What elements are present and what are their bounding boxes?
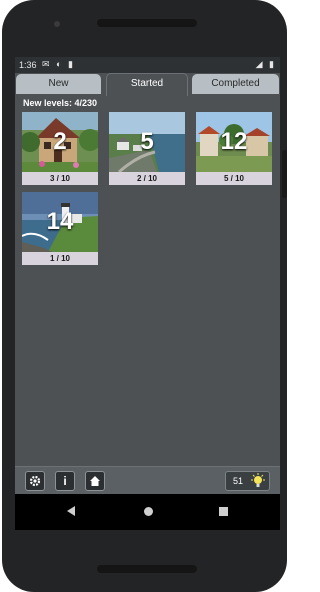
level-number: 12 — [220, 128, 248, 155]
front-camera — [54, 21, 60, 27]
tab-completed[interactable]: Completed — [192, 74, 279, 94]
level-number: 5 — [140, 128, 154, 155]
signal-battery-icons: ◢ ▮ — [255, 59, 276, 69]
bottom-speaker — [97, 565, 197, 573]
level-tile[interactable]: 14 1 / 10 — [22, 192, 98, 265]
tab-bar: New Started Completed — [15, 73, 280, 96]
level-tile[interactable]: 2 3 / 10 — [22, 112, 98, 185]
level-progress: 5 / 10 — [196, 172, 272, 185]
status-time: 1:36 — [19, 60, 37, 70]
hint-count: 51 — [233, 476, 244, 486]
notification-icons: ✉ ◐ ▮ — [42, 59, 75, 69]
home-button[interactable] — [85, 471, 105, 491]
android-nav-bar — [15, 494, 280, 530]
home-circle-icon[interactable] — [144, 507, 153, 516]
level-number: 2 — [53, 128, 67, 155]
back-icon[interactable] — [67, 506, 75, 516]
lightbulb-icon — [251, 473, 265, 487]
level-number: 14 — [46, 208, 74, 235]
bottom-toolbar: i 51 — [15, 466, 280, 495]
info-icon: i — [63, 474, 67, 488]
volume-button — [282, 150, 287, 198]
recents-icon[interactable] — [219, 507, 228, 516]
level-tile[interactable]: 12 5 / 10 — [196, 112, 272, 185]
settings-button[interactable] — [25, 471, 45, 491]
phone-frame: 1:36 ✉ ◐ ▮ ◢ ▮ New Started Completed New… — [2, 0, 287, 592]
level-progress: 3 / 10 — [22, 172, 98, 185]
app-screen: 1:36 ✉ ◐ ▮ ◢ ▮ New Started Completed New… — [15, 57, 280, 530]
new-levels-counter: New levels: 4/230 — [23, 98, 98, 108]
level-progress: 1 / 10 — [22, 252, 98, 265]
earpiece-speaker — [97, 19, 197, 27]
tab-started[interactable]: Started — [106, 73, 188, 96]
home-icon — [90, 476, 100, 486]
level-progress: 2 / 10 — [109, 172, 185, 185]
tab-new[interactable]: New — [16, 74, 101, 94]
hints-counter[interactable]: 51 — [225, 471, 270, 491]
status-bar: 1:36 ✉ ◐ ▮ ◢ ▮ — [15, 57, 280, 73]
info-button[interactable]: i — [55, 471, 75, 491]
level-tile[interactable]: 5 2 / 10 — [109, 112, 185, 185]
gear-icon — [29, 475, 41, 487]
